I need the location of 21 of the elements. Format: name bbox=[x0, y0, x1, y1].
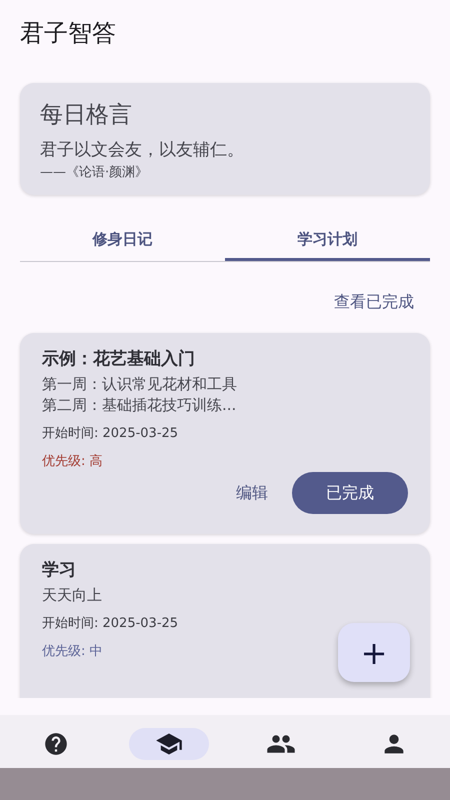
quote-source: ——《论语·颜渊》 bbox=[40, 164, 150, 181]
priority-label: 优先级: 高 bbox=[42, 453, 103, 470]
app-title: 君子智答 bbox=[20, 18, 117, 49]
plan-description: 第一周：认识常见花材和工具 bbox=[42, 374, 237, 395]
quote-text: 君子以文会友，以友辅仁。 bbox=[40, 139, 245, 161]
complete-button[interactable]: 已完成 bbox=[292, 472, 408, 514]
plan-description: 第二周：基础插花技巧训练... bbox=[42, 395, 236, 416]
edit-button[interactable]: 编辑 bbox=[232, 478, 272, 508]
start-time: 开始时间: 2025-03-25 bbox=[42, 425, 178, 442]
priority-label: 优先级: 中 bbox=[42, 643, 103, 660]
plan-title: 示例：花艺基础入门 bbox=[42, 348, 195, 370]
start-time: 开始时间: 2025-03-25 bbox=[42, 615, 178, 632]
nav-tab[interactable] bbox=[128, 728, 209, 760]
quote-title: 每日格言 bbox=[40, 101, 133, 130]
plan-title: 学习 bbox=[42, 559, 76, 581]
help-icon bbox=[43, 731, 70, 757]
tab[interactable]: 修身日记 bbox=[20, 221, 225, 261]
tab[interactable]: 学习计划 bbox=[225, 221, 430, 261]
plan-description: 天天向上 bbox=[42, 585, 102, 606]
add-button[interactable]: + bbox=[338, 623, 410, 682]
view-completed-link[interactable]: 查看已完成 bbox=[334, 292, 414, 313]
